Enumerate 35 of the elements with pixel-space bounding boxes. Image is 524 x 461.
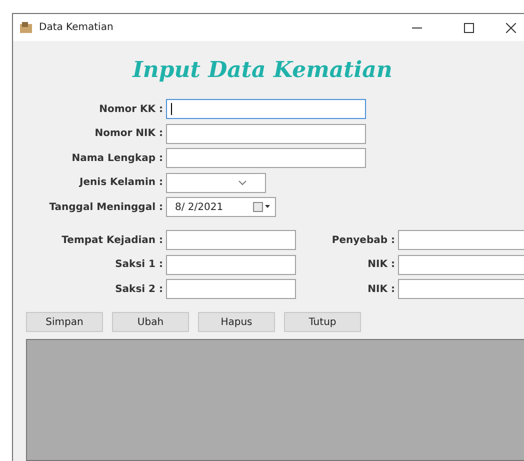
text-field[interactable] <box>166 148 366 168</box>
field-label: Tanggal Meninggal : <box>48 202 164 212</box>
minimize-icon[interactable] <box>412 26 422 28</box>
window-title: Data Kematian <box>39 22 114 33</box>
text-field[interactable] <box>398 254 524 274</box>
field-label: Saksi 2 : <box>114 284 164 294</box>
field-label: Nomor NIK : <box>94 128 164 139</box>
text-field[interactable] <box>166 124 366 144</box>
chevron-down-icon <box>238 180 247 186</box>
text-field[interactable] <box>398 230 524 250</box>
calendar-dropdown-icon <box>253 202 271 212</box>
text-field[interactable] <box>398 279 524 299</box>
action-button[interactable]: Hapus <box>198 312 275 332</box>
field-label: Penyebab : <box>330 234 396 246</box>
text-field[interactable] <box>166 254 296 274</box>
text-field[interactable] <box>166 279 296 299</box>
field-label: Tempat Kejadian : <box>60 234 164 246</box>
form-heading: Input Data Kematian <box>131 56 394 85</box>
text-field[interactable] <box>166 230 296 250</box>
action-button[interactable]: Tutup <box>284 312 361 332</box>
text-field[interactable] <box>166 99 366 119</box>
maximize-icon[interactable] <box>464 22 474 32</box>
action-button[interactable]: Simpan <box>26 312 103 332</box>
field-label: NIK : <box>366 284 396 294</box>
field-label: NIK : <box>366 259 396 270</box>
close-icon[interactable] <box>506 22 516 32</box>
field-label: Jenis Kelamin : <box>78 177 164 188</box>
dropdown-field[interactable] <box>166 172 266 192</box>
field-label: Nama Lengkap : <box>70 152 164 164</box>
app-icon <box>19 21 33 34</box>
date-picker[interactable]: 8/ 2/2021 <box>166 197 276 217</box>
action-button[interactable]: Ubah <box>112 312 189 332</box>
field-label: Nomor KK : <box>98 104 164 114</box>
text-cursor <box>171 103 172 115</box>
field-label: Saksi 1 : <box>114 259 164 270</box>
